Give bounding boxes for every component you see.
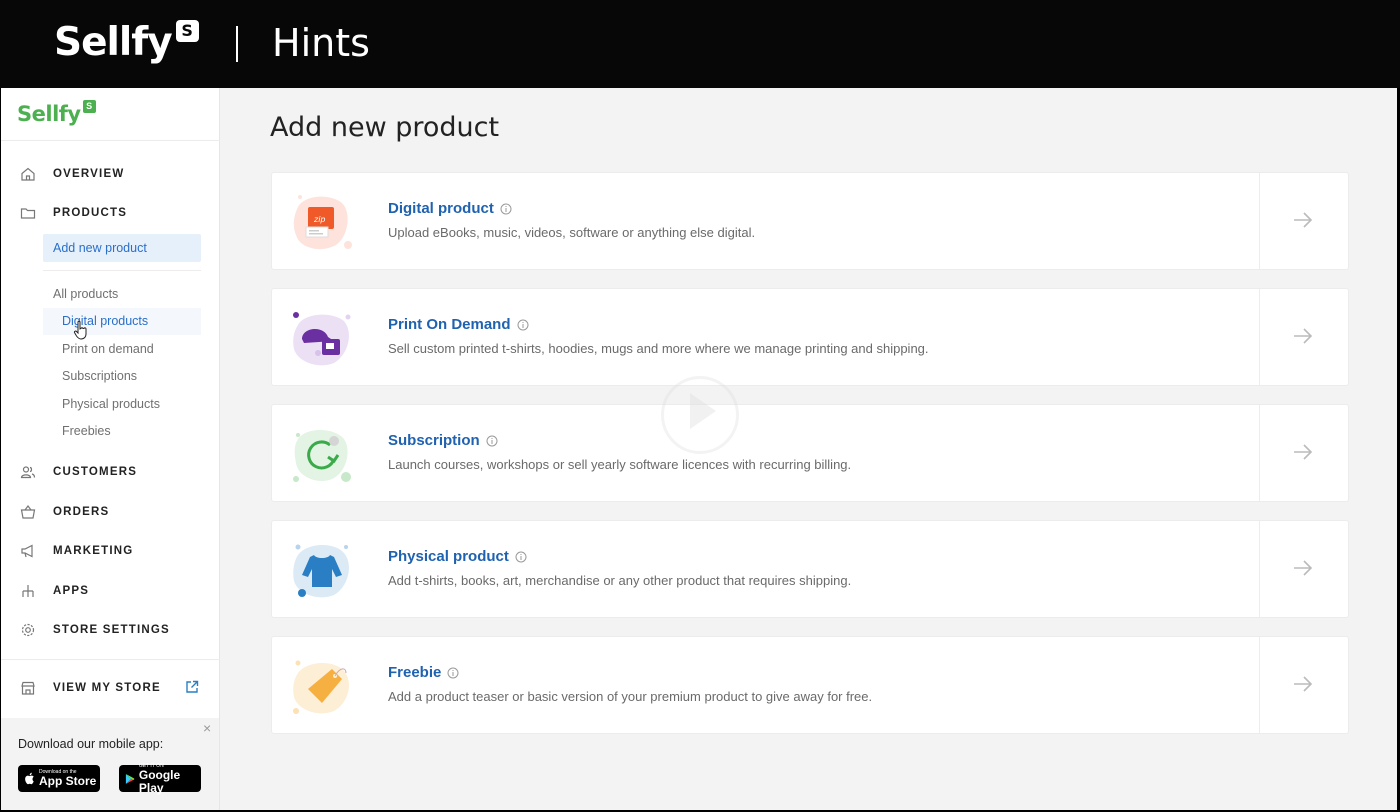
card-title-text: Physical product <box>388 548 509 565</box>
megaphone-icon <box>21 544 33 558</box>
svg-text:zip: zip <box>313 215 326 224</box>
card-title-text: Freebie <box>388 664 442 681</box>
sidebar-item-label: MARKETING <box>53 545 134 557</box>
sidebar-divider <box>1 659 220 660</box>
play-icon[interactable] <box>690 393 716 429</box>
hand-cursor-icon <box>73 320 87 340</box>
home-icon <box>21 167 35 181</box>
sidebar-sub-divider <box>43 270 201 271</box>
google-play-icon <box>125 773 135 784</box>
product-type-card-subscription[interactable]: Subscription Launch courses, workshops o… <box>271 404 1349 502</box>
info-icon[interactable] <box>500 203 512 215</box>
info-icon[interactable] <box>447 667 459 679</box>
sidebar-item-overview[interactable]: OVERVIEW <box>1 159 219 189</box>
sidebar-divider <box>1 140 220 141</box>
card-divider <box>1259 521 1260 617</box>
sidebar-item-label: ORDERS <box>53 506 110 518</box>
hints-banner: Sellfy S Hints <box>0 0 1400 88</box>
card-title-text: Print On Demand <box>388 316 511 333</box>
sidebar: Sellfy S OVERVIEW PRODUCTS Add new produ… <box>1 88 220 810</box>
card-divider <box>1259 289 1260 385</box>
zip-file-icon: zip <box>293 195 352 250</box>
banner-title: Hints <box>272 21 370 65</box>
sidebar-item-label: VIEW MY STORE <box>53 682 161 694</box>
sidebar-subitem-freebies[interactable]: Freebies <box>62 424 111 438</box>
card-title: Digital product <box>388 200 512 217</box>
banner-logo-text: Sellfy <box>54 20 173 65</box>
page-title: Add new product <box>270 112 500 143</box>
product-type-card-print-on-demand[interactable]: Print On Demand Sell custom printed t-sh… <box>271 288 1349 386</box>
banner-logo-badge: S <box>175 20 199 42</box>
arrow-right-icon[interactable] <box>1292 327 1314 345</box>
product-type-card-digital[interactable]: zip Digital product Upload eBooks, music… <box>271 172 1349 270</box>
sidebar-item-label: CUSTOMERS <box>53 466 138 478</box>
storefront-icon <box>21 681 35 695</box>
apple-icon <box>25 772 34 785</box>
cap-mug-icon <box>293 312 351 366</box>
sidebar-item-products[interactable]: PRODUCTS <box>1 198 219 228</box>
sidebar-subitem-all-products[interactable]: All products <box>53 287 118 301</box>
sidebar-logo[interactable]: Sellfy S <box>17 100 96 128</box>
gear-icon <box>21 623 35 637</box>
sweater-icon <box>293 544 349 598</box>
sidebar-item-orders[interactable]: ORDERS <box>1 497 219 527</box>
card-description: Add t-shirts, books, art, merchandise or… <box>388 573 852 588</box>
card-title: Physical product <box>388 548 527 565</box>
sidebar-item-store-settings[interactable]: STORE SETTINGS <box>1 615 219 645</box>
card-description: Launch courses, workshops or sell yearly… <box>388 457 852 472</box>
sidebar-item-label: OVERVIEW <box>53 168 125 180</box>
card-title: Print On Demand <box>388 316 529 333</box>
sidebar-item-label: STORE SETTINGS <box>53 624 170 636</box>
google-play-badge[interactable]: GET IT ON Google Play <box>119 763 201 795</box>
sidebar-item-marketing[interactable]: MARKETING <box>1 536 219 566</box>
info-icon[interactable] <box>515 551 527 563</box>
card-title-text: Subscription <box>388 432 480 449</box>
sidebar-subitem-label: Add new product <box>53 241 147 255</box>
card-title: Freebie <box>388 664 459 681</box>
sidebar-item-customers[interactable]: CUSTOMERS <box>1 457 219 487</box>
app-store-text: App Store <box>39 774 97 788</box>
info-icon[interactable] <box>486 435 498 447</box>
recurring-icon <box>293 430 351 482</box>
close-icon[interactable]: × <box>203 720 211 736</box>
folder-icon <box>20 208 36 219</box>
app-window: Sellfy S OVERVIEW PRODUCTS Add new produ… <box>1 88 1397 810</box>
mobile-app-text: Download our mobile app: <box>18 737 164 751</box>
product-type-card-freebie[interactable]: Freebie Add a product teaser or basic ve… <box>271 636 1349 734</box>
card-description: Upload eBooks, music, videos, software o… <box>388 225 756 240</box>
sidebar-logo-text: Sellfy <box>17 102 81 126</box>
price-tag-icon <box>293 660 349 714</box>
banner-divider <box>236 26 238 62</box>
arrow-right-icon[interactable] <box>1292 675 1314 693</box>
google-play-text: Google Play <box>138 767 181 795</box>
sidebar-subitem-print-on-demand[interactable]: Print on demand <box>62 342 154 356</box>
sidebar-logo-badge: S <box>82 100 96 113</box>
arrow-right-icon[interactable] <box>1292 559 1314 577</box>
card-title: Subscription <box>388 432 498 449</box>
card-description: Add a product teaser or basic version of… <box>388 689 873 704</box>
arrow-right-icon[interactable] <box>1292 211 1314 229</box>
sidebar-item-label: PRODUCTS <box>53 207 128 219</box>
banner-logo: Sellfy S <box>54 18 199 68</box>
sidebar-subitem-physical-products[interactable]: Physical products <box>62 397 160 411</box>
sidebar-subitem-subscriptions[interactable]: Subscriptions <box>62 369 137 383</box>
card-divider <box>1259 405 1260 501</box>
card-divider <box>1259 637 1260 733</box>
sidebar-subitem-add-new-product[interactable]: Add new product <box>43 234 201 262</box>
sidebar-item-label: APPS <box>53 585 90 597</box>
apps-tree-icon <box>22 585 34 597</box>
mobile-app-promo: × Download our mobile app: Download on t… <box>1 718 219 810</box>
card-title-text: Digital product <box>388 200 494 217</box>
users-icon <box>20 466 36 479</box>
sidebar-item-apps[interactable]: APPS <box>1 576 219 606</box>
arrow-right-icon[interactable] <box>1292 443 1314 461</box>
card-description: Sell custom printed t-shirts, hoodies, m… <box>388 341 929 356</box>
product-type-card-physical[interactable]: Physical product Add t-shirts, books, ar… <box>271 520 1349 618</box>
card-divider <box>1259 173 1260 269</box>
external-link-icon[interactable] <box>185 680 199 694</box>
basket-icon <box>20 505 36 519</box>
app-store-badge[interactable]: Download on the App Store <box>18 765 100 792</box>
info-icon[interactable] <box>517 319 529 331</box>
